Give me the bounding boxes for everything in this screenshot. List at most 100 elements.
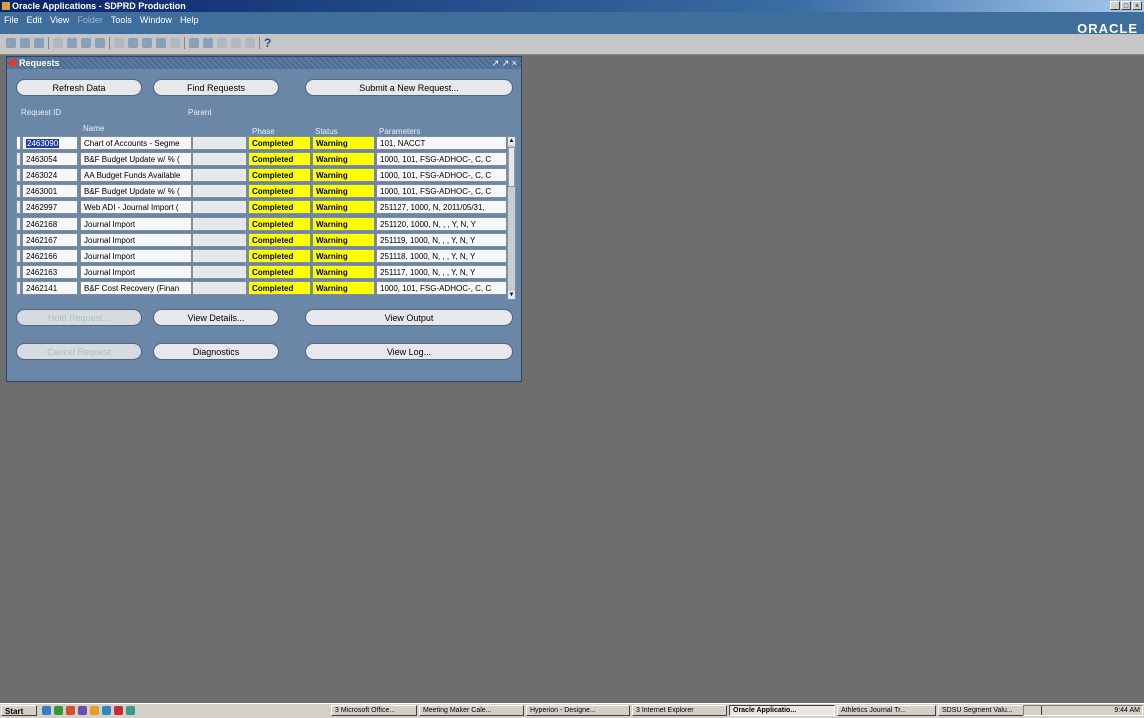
name-cell[interactable]: Web ADI - Journal Import ( — [80, 200, 192, 215]
row-indicator[interactable] — [16, 200, 21, 215]
status-cell[interactable]: Warning — [312, 152, 375, 167]
minimize-icon[interactable]: _ — [1110, 1, 1120, 10]
taskbar-button[interactable]: Oracle Applicatio... — [729, 705, 835, 716]
diagnostics-button[interactable]: Diagnostics — [153, 343, 279, 360]
status-cell[interactable]: Warning — [312, 200, 375, 215]
parameters-cell[interactable]: 251120, 1000, N, , , Y, N, Y — [376, 216, 507, 231]
parent-cell[interactable] — [192, 232, 247, 247]
translations-icon[interactable] — [217, 38, 227, 48]
app-shortcut-icon[interactable] — [102, 706, 111, 715]
name-cell[interactable]: Chart of Accounts - Segme — [80, 136, 192, 150]
app-shortcut-icon[interactable] — [66, 706, 75, 715]
request-id-cell[interactable]: 2462167 — [22, 232, 78, 247]
parent-cell[interactable] — [192, 248, 247, 263]
status-cell[interactable]: Warning — [312, 232, 375, 247]
parent-cell[interactable] — [192, 264, 247, 279]
app-shortcut-icon[interactable] — [90, 706, 99, 715]
name-cell[interactable]: B&F Budget Update w/ % ( — [80, 152, 192, 167]
menu-edit[interactable]: Edit — [27, 15, 43, 25]
taskbar-button[interactable]: Athletics Journal Tr... — [837, 705, 936, 716]
parameters-cell[interactable]: 251127, 1000, N, 2011/05/31, — [376, 200, 507, 215]
start-button[interactable]: Start — [1, 705, 37, 716]
parameters-cell[interactable]: 101, NACCT — [376, 136, 507, 150]
request-id-cell[interactable]: 2462168 — [22, 216, 78, 231]
request-id-cell[interactable]: 2462141 — [22, 280, 78, 295]
request-id-cell[interactable]: 2462163 — [22, 264, 78, 279]
phase-cell[interactable]: Completed — [248, 264, 311, 279]
show-desktop-icon[interactable] — [42, 706, 51, 715]
find-requests-button[interactable]: Find Requests — [153, 79, 279, 96]
view-log-button[interactable]: View Log... — [305, 343, 513, 360]
phase-cell[interactable]: Completed — [248, 216, 311, 231]
parameters-cell[interactable]: 1000, 101, FSG-ADHOC-, C, C — [376, 280, 507, 295]
phase-cell[interactable]: Completed — [248, 184, 311, 199]
clear-record-icon[interactable] — [156, 38, 166, 48]
status-cell[interactable]: Warning — [312, 136, 375, 150]
phase-cell[interactable]: Completed — [248, 136, 311, 150]
app-shortcut-icon[interactable] — [126, 706, 135, 715]
parent-cell[interactable] — [192, 184, 247, 199]
navigator-icon[interactable] — [34, 38, 44, 48]
parent-cell[interactable] — [192, 216, 247, 231]
cancel-request-button[interactable]: Cancel Request — [16, 343, 142, 360]
name-cell[interactable]: Journal Import — [80, 248, 192, 263]
attachments-icon[interactable] — [231, 38, 241, 48]
app-shortcut-icon[interactable] — [114, 706, 123, 715]
refresh-data-button[interactable]: Refresh Data — [16, 79, 142, 96]
parent-cell[interactable] — [192, 152, 247, 167]
hold-request-button[interactable]: Hold Request... — [16, 309, 142, 326]
row-indicator[interactable] — [16, 168, 21, 183]
name-cell[interactable]: B&F Budget Update w/ % ( — [80, 184, 192, 199]
status-cell[interactable]: Warning — [312, 184, 375, 199]
phase-cell[interactable]: Completed — [248, 232, 311, 247]
paste-icon[interactable] — [142, 38, 152, 48]
phase-cell[interactable]: Completed — [248, 200, 311, 215]
menu-view[interactable]: View — [50, 15, 69, 25]
name-cell[interactable]: B&F Cost Recovery (Finan — [80, 280, 192, 295]
parameters-cell[interactable]: 251119, 1000, N, , , Y, N, Y — [376, 232, 507, 247]
row-indicator[interactable] — [16, 184, 21, 199]
status-cell[interactable]: Warning — [312, 168, 375, 183]
scroll-down-icon[interactable]: ▼ — [508, 291, 515, 299]
phase-cell[interactable]: Completed — [248, 248, 311, 263]
parameters-cell[interactable]: 1000, 101, FSG-ADHOC-, C, C — [376, 168, 507, 183]
submit-new-request-button[interactable]: Submit a New Request... — [305, 79, 513, 96]
scroll-thumb[interactable] — [508, 147, 515, 187]
close-form-icon[interactable] — [95, 38, 105, 48]
close-icon[interactable]: × — [1132, 1, 1142, 10]
request-id-cell[interactable]: 2463001 — [22, 184, 78, 199]
table-scrollbar[interactable]: ▲ ▼ — [507, 136, 516, 300]
view-details-button[interactable]: View Details... — [153, 309, 279, 326]
row-indicator[interactable] — [16, 264, 21, 279]
edit-field-icon[interactable] — [189, 38, 199, 48]
parameters-cell[interactable]: 1000, 101, FSG-ADHOC-, C, C — [376, 184, 507, 199]
folder-tools-icon[interactable] — [245, 38, 255, 48]
taskbar-button[interactable]: 3 Microsoft Office... — [331, 705, 417, 716]
scroll-up-icon[interactable]: ▲ — [508, 137, 515, 145]
new-icon[interactable] — [6, 38, 16, 48]
parameters-cell[interactable]: 1000, 101, FSG-ADHOC-, C, C — [376, 152, 507, 167]
menu-tools[interactable]: Tools — [111, 15, 132, 25]
request-id-cell[interactable]: 2462166 — [22, 248, 78, 263]
phase-cell[interactable]: Completed — [248, 168, 311, 183]
cut-icon[interactable] — [114, 38, 124, 48]
row-indicator[interactable] — [16, 216, 21, 231]
parent-cell[interactable] — [192, 200, 247, 215]
phase-cell[interactable]: Completed — [248, 152, 311, 167]
taskbar-button[interactable]: Meeting Maker Cale... — [419, 705, 524, 716]
zoom-icon[interactable] — [203, 38, 213, 48]
parent-cell[interactable] — [192, 168, 247, 183]
row-indicator[interactable] — [16, 152, 21, 167]
save-icon[interactable] — [53, 38, 63, 48]
requests-titlebar[interactable]: Requests ↗ ↗ × — [7, 57, 521, 69]
status-cell[interactable]: Warning — [312, 264, 375, 279]
parameters-cell[interactable]: 251118, 1000, N, , , Y, N, Y — [376, 248, 507, 263]
copy-icon[interactable] — [128, 38, 138, 48]
next-step-icon[interactable] — [67, 38, 77, 48]
parameters-cell[interactable]: 251117, 1000, N, , , Y, N, Y — [376, 264, 507, 279]
status-cell[interactable]: Warning — [312, 248, 375, 263]
request-id-cell[interactable]: 2462997 — [22, 200, 78, 215]
status-cell[interactable]: Warning — [312, 280, 375, 295]
find-icon[interactable] — [20, 38, 30, 48]
print-icon[interactable] — [81, 38, 91, 48]
